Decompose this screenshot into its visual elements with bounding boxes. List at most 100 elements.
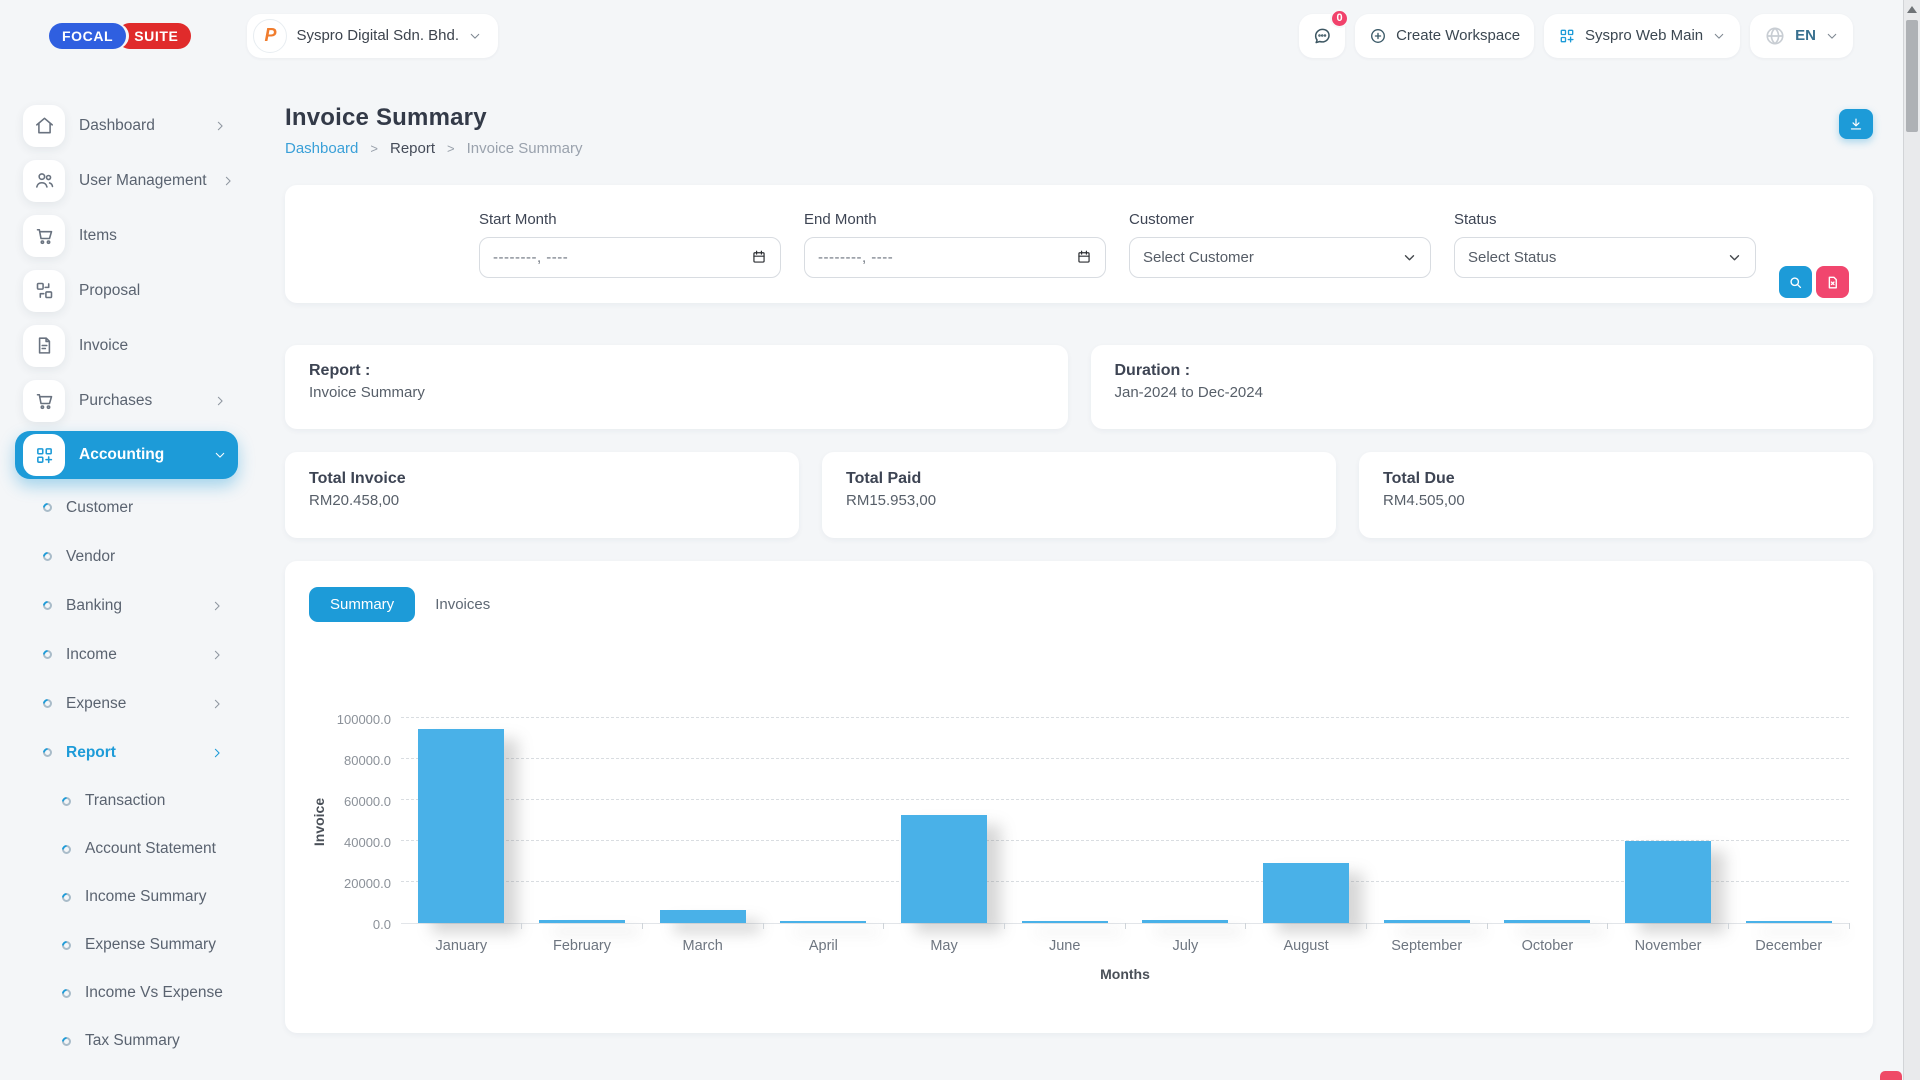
bar-october[interactable] <box>1504 920 1590 923</box>
calendar-icon[interactable] <box>751 249 767 265</box>
sidebar-item-items[interactable]: Items <box>0 208 284 263</box>
bar-may[interactable] <box>901 815 987 923</box>
x-axis-title: Months <box>309 966 1849 982</box>
sidebar-item-label: Accounting <box>79 446 199 464</box>
end-month-input[interactable]: --------, ---- <box>804 237 1106 278</box>
bullet-icon <box>41 550 54 563</box>
sidebar-item-income[interactable]: Income <box>0 630 284 679</box>
sidebar-item-purchases[interactable]: Purchases <box>0 373 284 428</box>
sidebar-item-label: Customer <box>66 499 224 517</box>
app-logo: FOCAL SUITE <box>49 23 191 49</box>
report-card-title: Report : <box>309 362 1044 380</box>
sidebar-item-banking[interactable]: Banking <box>0 581 284 630</box>
sidebar-item-account-statement[interactable]: Account Statement <box>0 825 284 873</box>
chevron-down-icon <box>1402 250 1417 265</box>
customer-select[interactable]: Select Customer <box>1129 237 1431 278</box>
breadcrumb-report[interactable]: Report <box>390 140 435 157</box>
customer-field: Customer Select Customer <box>1129 211 1431 278</box>
breadcrumb-separator: > <box>370 141 378 156</box>
top-bar: FOCAL SUITE P Syspro Digital Sdn. Bhd. 0… <box>0 0 1903 71</box>
create-workspace-button[interactable]: Create Workspace <box>1355 14 1534 58</box>
start-month-input[interactable]: --------, ---- <box>479 237 781 278</box>
sidebar-item-accounting[interactable]: Accounting <box>15 431 238 479</box>
bullet-icon <box>60 891 73 904</box>
bar-april[interactable] <box>780 921 866 924</box>
tab-summary[interactable]: Summary <box>309 587 415 622</box>
floating-action-button-peek[interactable] <box>1880 1071 1902 1080</box>
bar-slot-october <box>1487 719 1608 923</box>
sidebar-item-proposal[interactable]: Proposal <box>0 263 284 318</box>
chevron-down-icon <box>213 448 227 462</box>
calendar-icon[interactable] <box>1076 249 1092 265</box>
total-due-value: RM4.505,00 <box>1383 492 1849 509</box>
stat-cards-row: Total Invoice RM20.458,00 Total Paid RM1… <box>285 452 1873 538</box>
y-tick-label: 0.0 <box>373 917 391 932</box>
sidebar-item-label: Expense <box>66 695 196 713</box>
reset-filter-button[interactable] <box>1816 266 1849 298</box>
sidebar-item-income-summary[interactable]: Income Summary <box>0 873 284 921</box>
bar-july[interactable] <box>1142 920 1228 923</box>
bar-november[interactable] <box>1625 841 1711 923</box>
sidebar-item-tax-summary[interactable]: Tax Summary <box>0 1017 284 1065</box>
status-select[interactable]: Select Status <box>1454 237 1756 278</box>
x-tick-label: December <box>1728 938 1849 954</box>
workspace-selector[interactable]: P Syspro Digital Sdn. Bhd. <box>247 14 498 58</box>
bar-august[interactable] <box>1263 863 1349 923</box>
language-selector[interactable]: EN <box>1750 14 1853 58</box>
bar-march[interactable] <box>660 910 746 923</box>
page-scrollbar[interactable] <box>1903 0 1920 1080</box>
bar-december[interactable] <box>1746 921 1832 924</box>
bar-september[interactable] <box>1384 920 1470 923</box>
breadcrumb-dashboard[interactable]: Dashboard <box>285 140 358 157</box>
sidebar-item-invoice[interactable]: Invoice <box>0 318 284 373</box>
bar-february[interactable] <box>539 920 625 923</box>
logo-left: FOCAL <box>49 23 126 49</box>
bullet-icon <box>41 697 54 710</box>
sidebar-item-income-vs-expense[interactable]: Income Vs Expense <box>0 969 284 1017</box>
total-invoice-value: RM20.458,00 <box>309 492 775 509</box>
bar-slot-september <box>1366 719 1487 923</box>
tab-invoices[interactable]: Invoices <box>421 587 504 622</box>
scrollbar-up-arrow[interactable] <box>1907 6 1917 13</box>
x-tick-label: September <box>1366 938 1487 954</box>
status-field: Status Select Status <box>1454 211 1756 278</box>
gridline <box>401 717 1849 718</box>
bar-june[interactable] <box>1022 921 1108 924</box>
sidebar-item-expense[interactable]: Expense <box>0 679 284 728</box>
sidebar-item-label: Vendor <box>66 548 224 566</box>
main-content: Invoice Summary Dashboard > Report > Inv… <box>285 71 1873 1080</box>
scrollbar-thumb[interactable] <box>1906 20 1918 132</box>
messages-button[interactable]: 0 <box>1299 14 1345 58</box>
x-tick-label: February <box>522 938 643 954</box>
sidebar-item-report[interactable]: Report <box>0 728 284 777</box>
search-button[interactable] <box>1779 266 1812 298</box>
sidebar-item-vendor[interactable]: Vendor <box>0 532 284 581</box>
duration-card-title: Duration : <box>1115 362 1850 380</box>
app-selector[interactable]: Syspro Web Main <box>1544 14 1740 58</box>
home-icon <box>23 105 65 147</box>
bar-slot-june <box>1004 719 1125 923</box>
language-code: EN <box>1795 27 1816 44</box>
sidebar-item-label: Banking <box>66 597 196 615</box>
total-due-label: Total Due <box>1383 470 1849 488</box>
bullet-icon <box>41 746 54 759</box>
sidebar-item-label: Income <box>66 646 196 664</box>
sidebar-item-user-management[interactable]: User Management <box>0 153 284 208</box>
bar-slot-december <box>1728 719 1849 923</box>
sidebar-menu: Dashboard User Management ItemsProposal Inv… <box>0 98 284 1065</box>
duration-info-card: Duration : Jan-2024 to Dec-2024 <box>1091 345 1874 429</box>
download-button[interactable] <box>1839 109 1873 139</box>
sidebar-item-expense-summary[interactable]: Expense Summary <box>0 921 284 969</box>
sidebar-item-transaction[interactable]: Transaction <box>0 777 284 825</box>
sidebar-item-customer[interactable]: Customer <box>0 483 284 532</box>
sidebar-item-label: User Management <box>79 172 207 190</box>
bar-january[interactable] <box>418 729 504 923</box>
y-tick-label: 40000.0 <box>344 835 391 850</box>
download-icon <box>1848 116 1864 132</box>
page-title: Invoice Summary <box>285 104 582 132</box>
chart-plot <box>401 719 1849 924</box>
sidebar-item-label: Invoice <box>79 337 227 355</box>
sidebar-item-dashboard[interactable]: Dashboard <box>0 98 284 153</box>
bar-slot-november <box>1608 719 1729 923</box>
sidebar-item-label: Purchases <box>79 392 199 410</box>
